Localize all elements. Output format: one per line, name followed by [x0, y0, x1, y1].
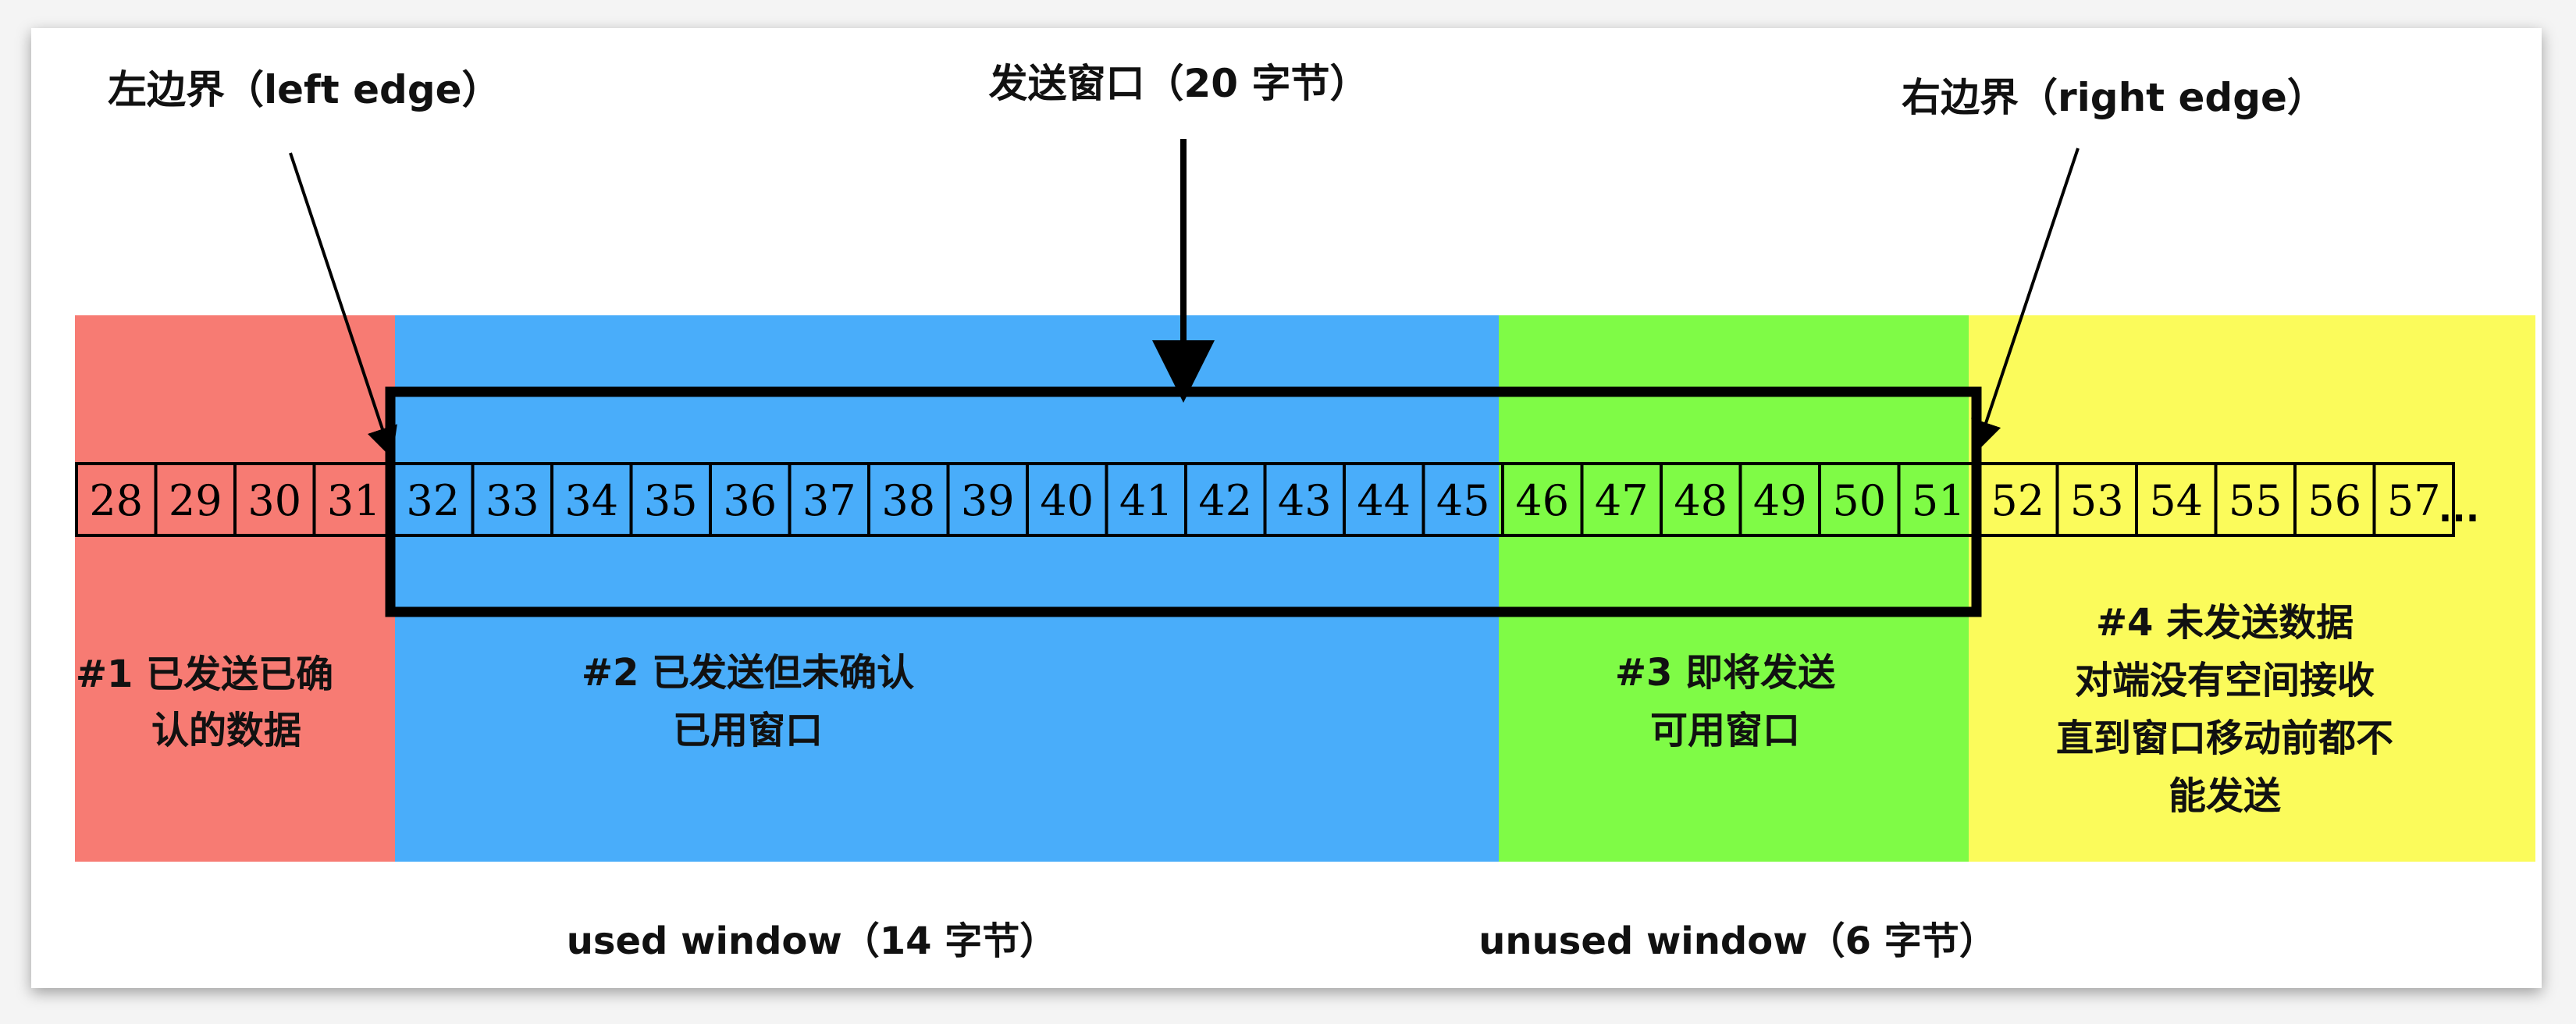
ellipsis: ...	[2439, 488, 2479, 530]
region4-label-line1: #4 未发送数据	[2096, 601, 2354, 645]
region-usable-background	[1499, 315, 1969, 862]
send-window-label: 发送窗口（20 字节）	[989, 61, 1369, 106]
byte-cell-number: 38	[881, 476, 935, 525]
byte-cell-number: 37	[802, 476, 856, 525]
byte-cell-number: 35	[644, 476, 698, 525]
region3-label-line1: #3 即将发送	[1615, 651, 1835, 695]
byte-cell-number: 31	[327, 476, 381, 525]
byte-cell-number: 28	[89, 476, 143, 525]
region4-label-line4: 能发送	[2169, 774, 2281, 818]
byte-cell-number: 33	[486, 476, 539, 525]
byte-cell-number: 48	[1674, 476, 1727, 525]
byte-cell-number: 44	[1357, 476, 1411, 525]
byte-cell-number: 57	[2387, 476, 2441, 525]
byte-cell-number: 30	[247, 476, 301, 525]
region3-label-line2: 可用窗口	[1650, 709, 1800, 752]
sliding-window-diagram: 28 29 30 31 32 33 34 35 36 37 38 39 40 41 42 43 44 45 46 47…	[75, 61, 2535, 963]
byte-cell-number: 39	[961, 476, 1015, 525]
region1-label-line1: #1 已发送已确	[76, 652, 333, 696]
byte-cell-number: 56	[2307, 476, 2361, 525]
left-edge-label: 左边界（left edge）	[108, 67, 501, 112]
byte-cell-number: 41	[1119, 476, 1173, 525]
region-sent-unacked-background	[395, 315, 1499, 862]
byte-cell-number: 45	[1436, 476, 1490, 525]
region1-label-line2: 认的数据	[151, 709, 301, 752]
byte-cell-number: 40	[1040, 476, 1094, 525]
byte-cell-number: 55	[2229, 476, 2282, 525]
region2-label-line2: 已用窗口	[673, 709, 823, 752]
region4-label-line2: 对端没有空间接收	[2075, 659, 2375, 702]
byte-cell-number: 46	[1515, 476, 1569, 525]
byte-cell-number: 32	[406, 476, 460, 525]
unused-window-label: unused window（6 字节）	[1478, 919, 1996, 963]
region2-label-line1: #2 已发送但未确认	[582, 651, 914, 695]
byte-cell-number: 49	[1753, 476, 1807, 525]
byte-cell-number: 43	[1278, 476, 1332, 525]
byte-cell-number: 34	[564, 476, 618, 525]
byte-cell-number: 50	[1832, 476, 1886, 525]
byte-cell-number: 54	[2149, 476, 2203, 525]
region-acked-background	[75, 315, 395, 862]
used-window-label: used window（14 字节）	[567, 919, 1058, 963]
byte-cell-number: 53	[2070, 476, 2124, 525]
byte-cell-number: 51	[1912, 476, 1966, 525]
byte-cell-number: 29	[169, 476, 222, 525]
byte-cell-number: 36	[723, 476, 777, 525]
right-edge-label: 右边界（right edge）	[1902, 75, 2326, 120]
byte-cell-number: 47	[1595, 476, 1649, 525]
byte-cell-number: 42	[1198, 476, 1252, 525]
byte-cell-number: 52	[1991, 476, 2044, 525]
region4-label-line3: 直到窗口移动前都不	[2056, 716, 2393, 760]
